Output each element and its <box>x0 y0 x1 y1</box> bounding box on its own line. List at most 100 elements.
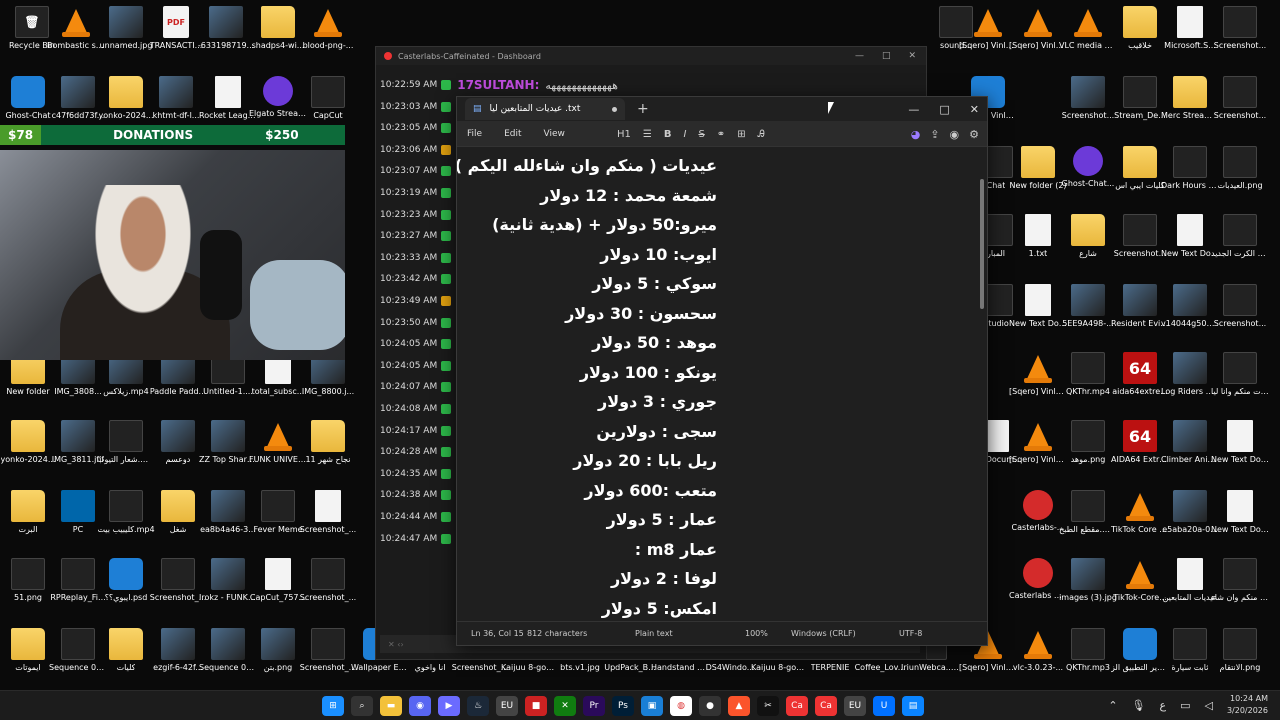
app-icon[interactable]: ■ <box>525 696 547 716</box>
desktop-icon[interactable]: حق الكرت الجديد.png <box>1211 214 1269 259</box>
desktop-icon[interactable]: نجاح شهر 11 <box>300 420 356 465</box>
windows-start-icon[interactable]: ⊞ <box>322 696 344 716</box>
eu-icon[interactable]: EU <box>496 696 518 716</box>
brave-icon[interactable]: ▲ <box>728 696 750 716</box>
desktop-icon[interactable]: unnamed.jpg <box>98 6 154 51</box>
desktop-icon[interactable]: الانتقام.png <box>1212 628 1268 673</box>
notepad-icon[interactable]: ▤ <box>902 696 924 716</box>
desktop-icon[interactable]: VLC media player <box>1059 6 1117 51</box>
chrome-icon[interactable]: ◍ <box>670 696 692 716</box>
obs-icon[interactable]: ● <box>699 696 721 716</box>
desktop-icon[interactable]: [Sqero] Vinland Sa... <box>1009 352 1067 397</box>
desktop-icon[interactable]: Stream_De... <box>1112 76 1168 121</box>
desktop-icon[interactable]: Screenshot_... <box>300 490 356 535</box>
heading-dropdown[interactable]: H1 <box>617 129 631 140</box>
desktop-icon[interactable]: [Sqero] Vinland Sa... <box>1009 6 1067 51</box>
desktop-icon[interactable]: ثابت سيارة <box>1162 628 1218 673</box>
desktop-icon[interactable]: بتن.png <box>250 628 306 673</box>
desktop-icon[interactable]: images (3).jpg <box>1059 558 1117 603</box>
desktop-icon[interactable]: New Text Docume... <box>1161 214 1219 259</box>
language-indicator[interactable]: ع <box>1160 699 1167 712</box>
desktop-icon[interactable]: Dark Hours Prologue <box>1161 146 1219 191</box>
italic-icon[interactable]: I <box>683 129 686 140</box>
desktop-icon[interactable]: yonko-2024... <box>0 420 56 465</box>
menu-edit[interactable]: Edit <box>504 129 521 139</box>
close-icon[interactable]: ✕ <box>970 103 979 116</box>
desktop-icon[interactable]: Ghost-Chat... <box>1060 146 1116 189</box>
desktop-icon[interactable]: shadps4-wi... <box>250 6 306 51</box>
capcut-icon[interactable]: ✂ <box>757 696 779 716</box>
notepad-tab[interactable]: ▤ عيديات المتابعين ليا .txt <box>465 98 625 120</box>
desktop-icon[interactable]: Ghost-Chat <box>0 76 56 121</box>
desktop-icon[interactable]: [Sqero] Vinland Sa... <box>1009 420 1067 465</box>
desktop-icon[interactable]: yonko-2024... <box>98 76 154 121</box>
minimize-icon[interactable]: — <box>908 103 919 116</box>
desktop-icon[interactable]: كليبيب بيت.mp4 <box>97 490 155 535</box>
desktop-icon[interactable]: TikTok Core Sound Eff... <box>1111 490 1169 535</box>
status-zoom[interactable]: 100% <box>745 629 768 638</box>
list-icon[interactable]: ☰ <box>643 129 652 140</box>
volume-icon[interactable]: ◁ <box>1205 699 1213 712</box>
desktop-icon[interactable]: CapCut <box>300 76 356 121</box>
desktop-icon[interactable]: TikTok-Core... <box>1112 558 1168 603</box>
scrollbar-thumb[interactable] <box>980 179 984 309</box>
desktop-icon[interactable]: QKThr.mp3 <box>1060 628 1116 673</box>
desktop-icon[interactable]: 5EE9A498-... <box>1060 284 1116 329</box>
desktop-icon[interactable]: Screenshot_... <box>300 558 356 603</box>
ubisoft-icon[interactable]: U <box>873 696 895 716</box>
desktop-icon[interactable]: khtmt-df-l... <box>148 76 204 121</box>
maximize-icon[interactable]: □ <box>939 103 949 116</box>
desktop-icon[interactable]: -633198719... <box>198 6 254 51</box>
clock[interactable]: 10:24 AM 3/20/2026 <box>1227 693 1268 717</box>
media-icon[interactable]: ▶ <box>438 696 460 716</box>
desktop-icon[interactable]: 64 aida64extre... <box>1112 352 1168 397</box>
strikethrough-icon[interactable]: S <box>698 129 704 140</box>
desktop-icon[interactable]: خلاقيب <box>1112 6 1168 51</box>
network-icon[interactable]: ▭ <box>1180 699 1190 712</box>
desktop-icon[interactable]: Climber Anima... <box>1161 420 1219 465</box>
desktop-icon[interactable]: blood-png-... <box>300 6 356 51</box>
desktop-icon[interactable]: vlc-3.0.23-... <box>1010 628 1066 673</box>
steam-icon[interactable]: ♨ <box>467 696 489 716</box>
desktop-icon[interactable]: QKThr.mp4 <box>1060 352 1116 397</box>
desktop-icon[interactable]: Merc Stream-202... <box>1161 76 1219 121</box>
discord-icon[interactable]: ◉ <box>409 696 431 716</box>
desktop-icon[interactable]: Screenshot... <box>1060 76 1116 121</box>
desktop-icon[interactable]: كليات <box>98 628 154 673</box>
clear-format-icon[interactable]: Ꭿ <box>758 129 765 140</box>
desktop-icon[interactable]: شغل <box>150 490 206 535</box>
desktop-icon[interactable]: New Text Docume... <box>1211 490 1269 535</box>
desktop-icon[interactable]: New folder (2) <box>1009 146 1067 191</box>
desktop-icon[interactable]: Screenshot_... <box>150 558 206 603</box>
desktop-icon[interactable]: Screenshot... <box>1212 6 1268 51</box>
copilot-icon[interactable]: ◕ <box>911 128 921 141</box>
search-icon[interactable]: ⌕ <box>351 696 373 716</box>
casterlabs-icon[interactable]: Ca <box>786 696 808 716</box>
desktop-icon[interactable]: Log Riders Demo <box>1161 352 1219 397</box>
desktop-icon[interactable]: البرت <box>0 490 56 535</box>
desktop-icon[interactable]: Screenshot... <box>1112 214 1168 259</box>
desktop-icon[interactable]: 1.txt <box>1010 214 1066 259</box>
desktop-icon[interactable]: ea8b4a46-3... <box>200 490 256 535</box>
photos-icon[interactable]: ▣ <box>641 696 663 716</box>
desktop-icon[interactable]: ZZ Top Sharp Dressed M... <box>199 420 257 465</box>
chat-titlebar[interactable]: Casterlabs-Caffeinated - Dashboard — □ ✕ <box>376 47 926 65</box>
microphone-icon[interactable]: 🎙 <box>1132 699 1146 712</box>
desktop-icon[interactable]: Rocket League® <box>199 76 257 121</box>
desktop-icon[interactable]: شعار التيوب.mp4 <box>97 420 155 465</box>
desktop-icon[interactable]: 64AIDA64 Extreme <box>1111 420 1169 465</box>
desktop-icon[interactable]: Microsoft.S... <box>1162 6 1218 51</box>
desktop-icon[interactable]: Fever Meme <box>250 490 306 535</box>
desktop-icon[interactable]: شارع <box>1060 214 1116 259</box>
desktop-icon[interactable]: عيدية منكم وان شاء <box>1211 558 1269 603</box>
menu-view[interactable]: View <box>544 129 565 139</box>
desktop-icon[interactable]: [Sqero] Vinland Sa... <box>959 6 1017 51</box>
xbox-icon[interactable]: ✕ <box>554 696 576 716</box>
desktop-icon[interactable]: Casterlabs Caffeinated <box>1009 558 1067 601</box>
desktop-icon[interactable]: دوعسم <box>150 420 206 465</box>
chat-username[interactable]: 17SULTANH: <box>457 78 539 92</box>
desktop-icon[interactable]: عيديات منكم وانا ليا <box>1211 352 1269 397</box>
desktop-icon[interactable]: Irokz - FUNK UNIVERSO [... <box>199 558 257 603</box>
menu-file[interactable]: File <box>467 129 482 139</box>
desktop-icon[interactable]: كليات ايبي اس <box>1112 146 1168 191</box>
